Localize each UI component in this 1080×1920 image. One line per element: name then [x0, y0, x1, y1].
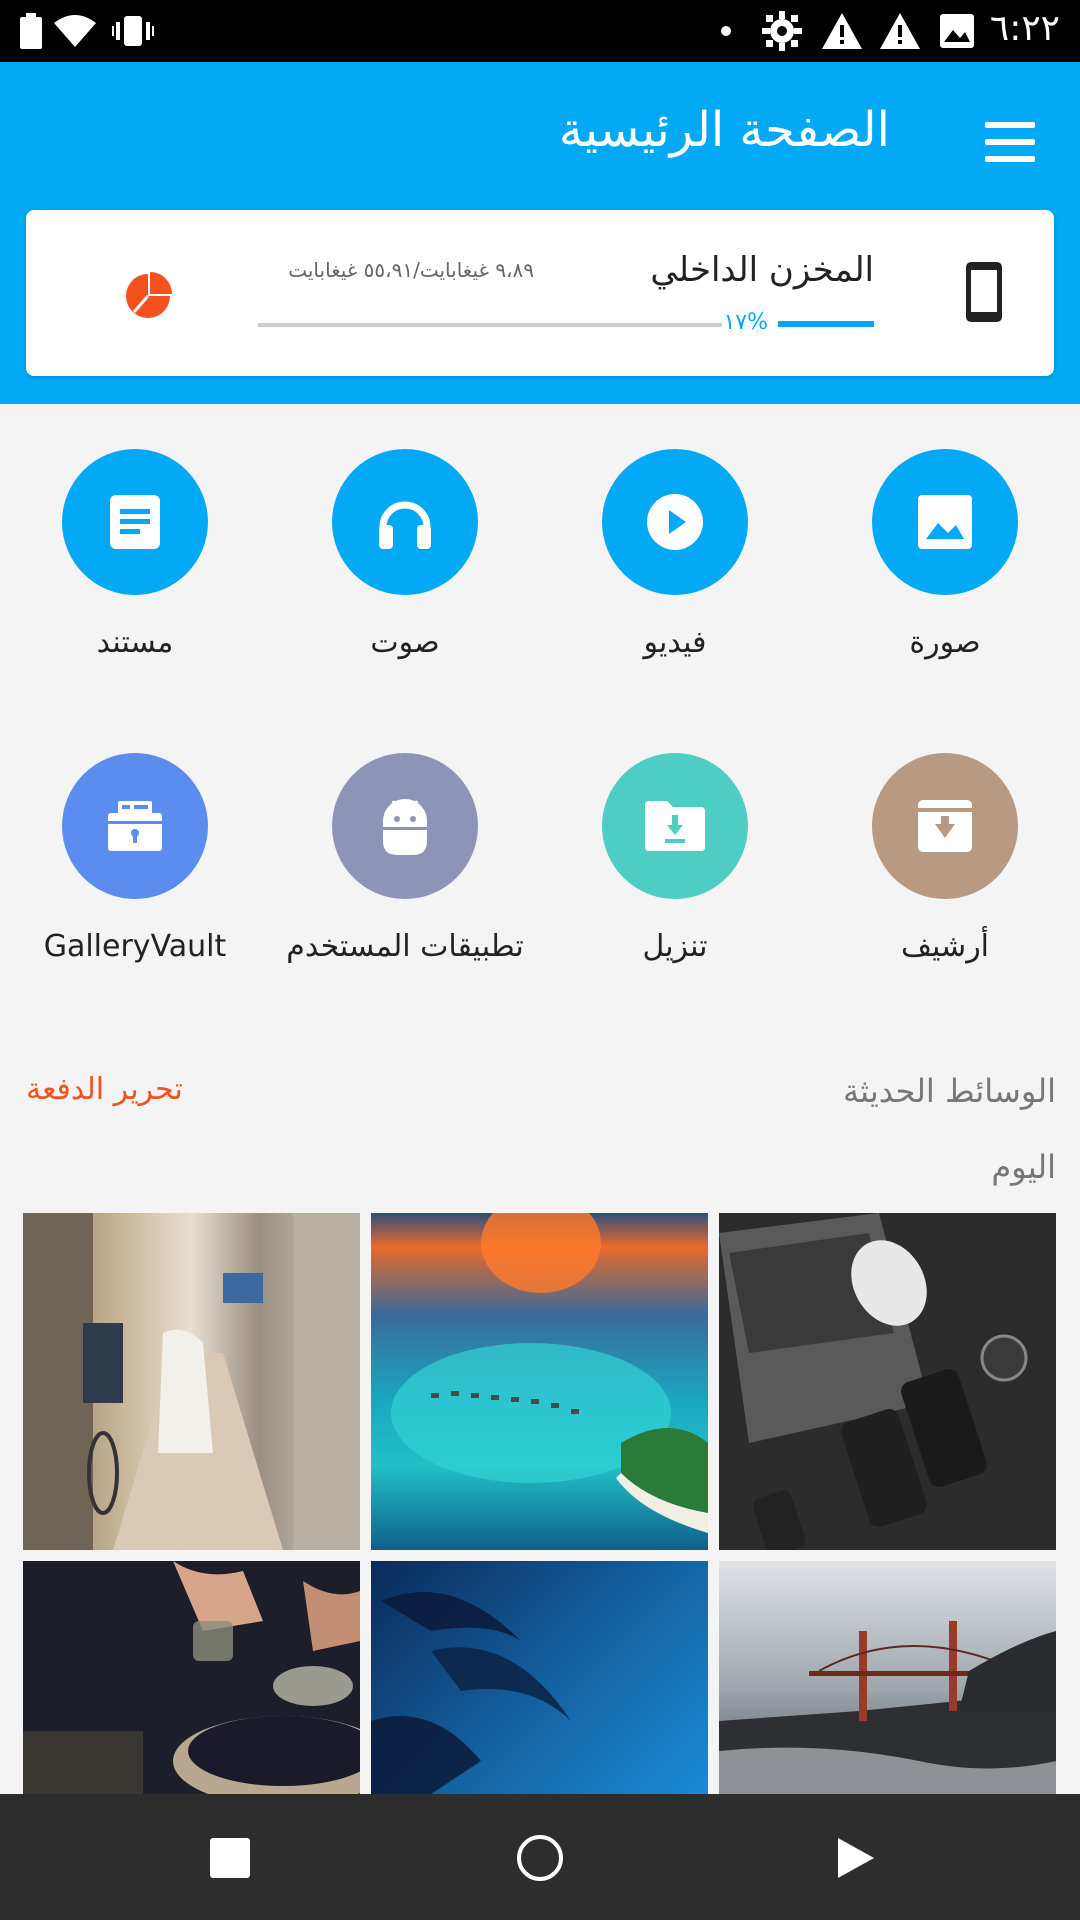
- media-thumbnail[interactable]: [23, 1561, 360, 1794]
- play-icon: [602, 449, 748, 595]
- media-thumbnail[interactable]: [23, 1213, 360, 1550]
- vibrate-icon: [112, 0, 154, 62]
- media-thumbnail[interactable]: [719, 1561, 1056, 1794]
- home-icon[interactable]: [516, 1834, 564, 1886]
- category-label: تطبيقات المستخدم: [286, 929, 524, 964]
- category-label: صوت: [370, 625, 440, 660]
- category-video[interactable]: فيديو: [555, 449, 795, 660]
- category-label: تنزيل: [642, 929, 708, 964]
- back-icon[interactable]: [836, 1836, 876, 1884]
- archive-icon: [872, 753, 1018, 899]
- media-thumbnail[interactable]: [371, 1561, 708, 1794]
- category-image[interactable]: صورة: [825, 449, 1065, 660]
- storage-progress-fill: [778, 321, 874, 327]
- category-label: GalleryVault: [43, 929, 227, 964]
- page-title: الصفحة الرئيسية: [558, 102, 890, 158]
- storage-percent: ١٧%: [723, 310, 768, 335]
- status-time: ٦:٢٢: [989, 8, 1060, 49]
- vault-icon: [62, 753, 208, 899]
- storage-progress-track: [258, 323, 722, 327]
- warning-icon: [822, 0, 862, 62]
- today-label: اليوم: [991, 1148, 1056, 1186]
- headphones-icon: [332, 449, 478, 595]
- category-document[interactable]: مستند: [15, 449, 255, 660]
- media-thumbnail[interactable]: [719, 1213, 1056, 1550]
- image-icon: [940, 0, 974, 62]
- category-archive[interactable]: أرشيف: [825, 753, 1065, 964]
- category-audio[interactable]: صوت: [285, 449, 525, 660]
- category-label: مستند: [96, 625, 174, 660]
- category-label: أرشيف: [900, 929, 990, 964]
- wifi-icon: [54, 0, 96, 62]
- navigation-bar: [0, 1794, 1080, 1920]
- settings-icon: [762, 0, 802, 62]
- dot-icon: [720, 0, 732, 62]
- image-icon: [872, 449, 1018, 595]
- recent-media-title: الوسائط الحديثة: [843, 1072, 1056, 1110]
- recents-icon[interactable]: [210, 1838, 250, 1882]
- hamburger-menu-icon[interactable]: [980, 112, 1040, 172]
- storage-title: المخزن الداخلي: [650, 250, 874, 290]
- phone-icon: [966, 262, 1002, 326]
- warning-icon: [880, 0, 920, 62]
- batch-edit-link[interactable]: تحرير الدفعة: [26, 1072, 183, 1107]
- battery-icon: [20, 0, 42, 62]
- category-label: صورة: [909, 625, 981, 660]
- status-bar: ٦:٢٢: [0, 0, 1080, 62]
- android-icon: [332, 753, 478, 899]
- category-label: فيديو: [643, 625, 707, 660]
- category-galleryvault[interactable]: GalleryVault: [15, 753, 255, 964]
- document-icon: [62, 449, 208, 595]
- media-thumbnail[interactable]: [371, 1213, 708, 1550]
- pie-chart-icon[interactable]: [126, 270, 174, 322]
- storage-card[interactable]: المخزن الداخلي ٩،٨٩ غيغابايت/٥٥،٩١ غيغاب…: [26, 210, 1054, 376]
- storage-usage: ٩،٨٩ غيغابايت/٥٥،٩١ غيغابايت: [288, 258, 534, 282]
- category-user-apps[interactable]: تطبيقات المستخدم: [285, 753, 525, 964]
- download-folder-icon: [602, 753, 748, 899]
- category-download[interactable]: تنزيل: [555, 753, 795, 964]
